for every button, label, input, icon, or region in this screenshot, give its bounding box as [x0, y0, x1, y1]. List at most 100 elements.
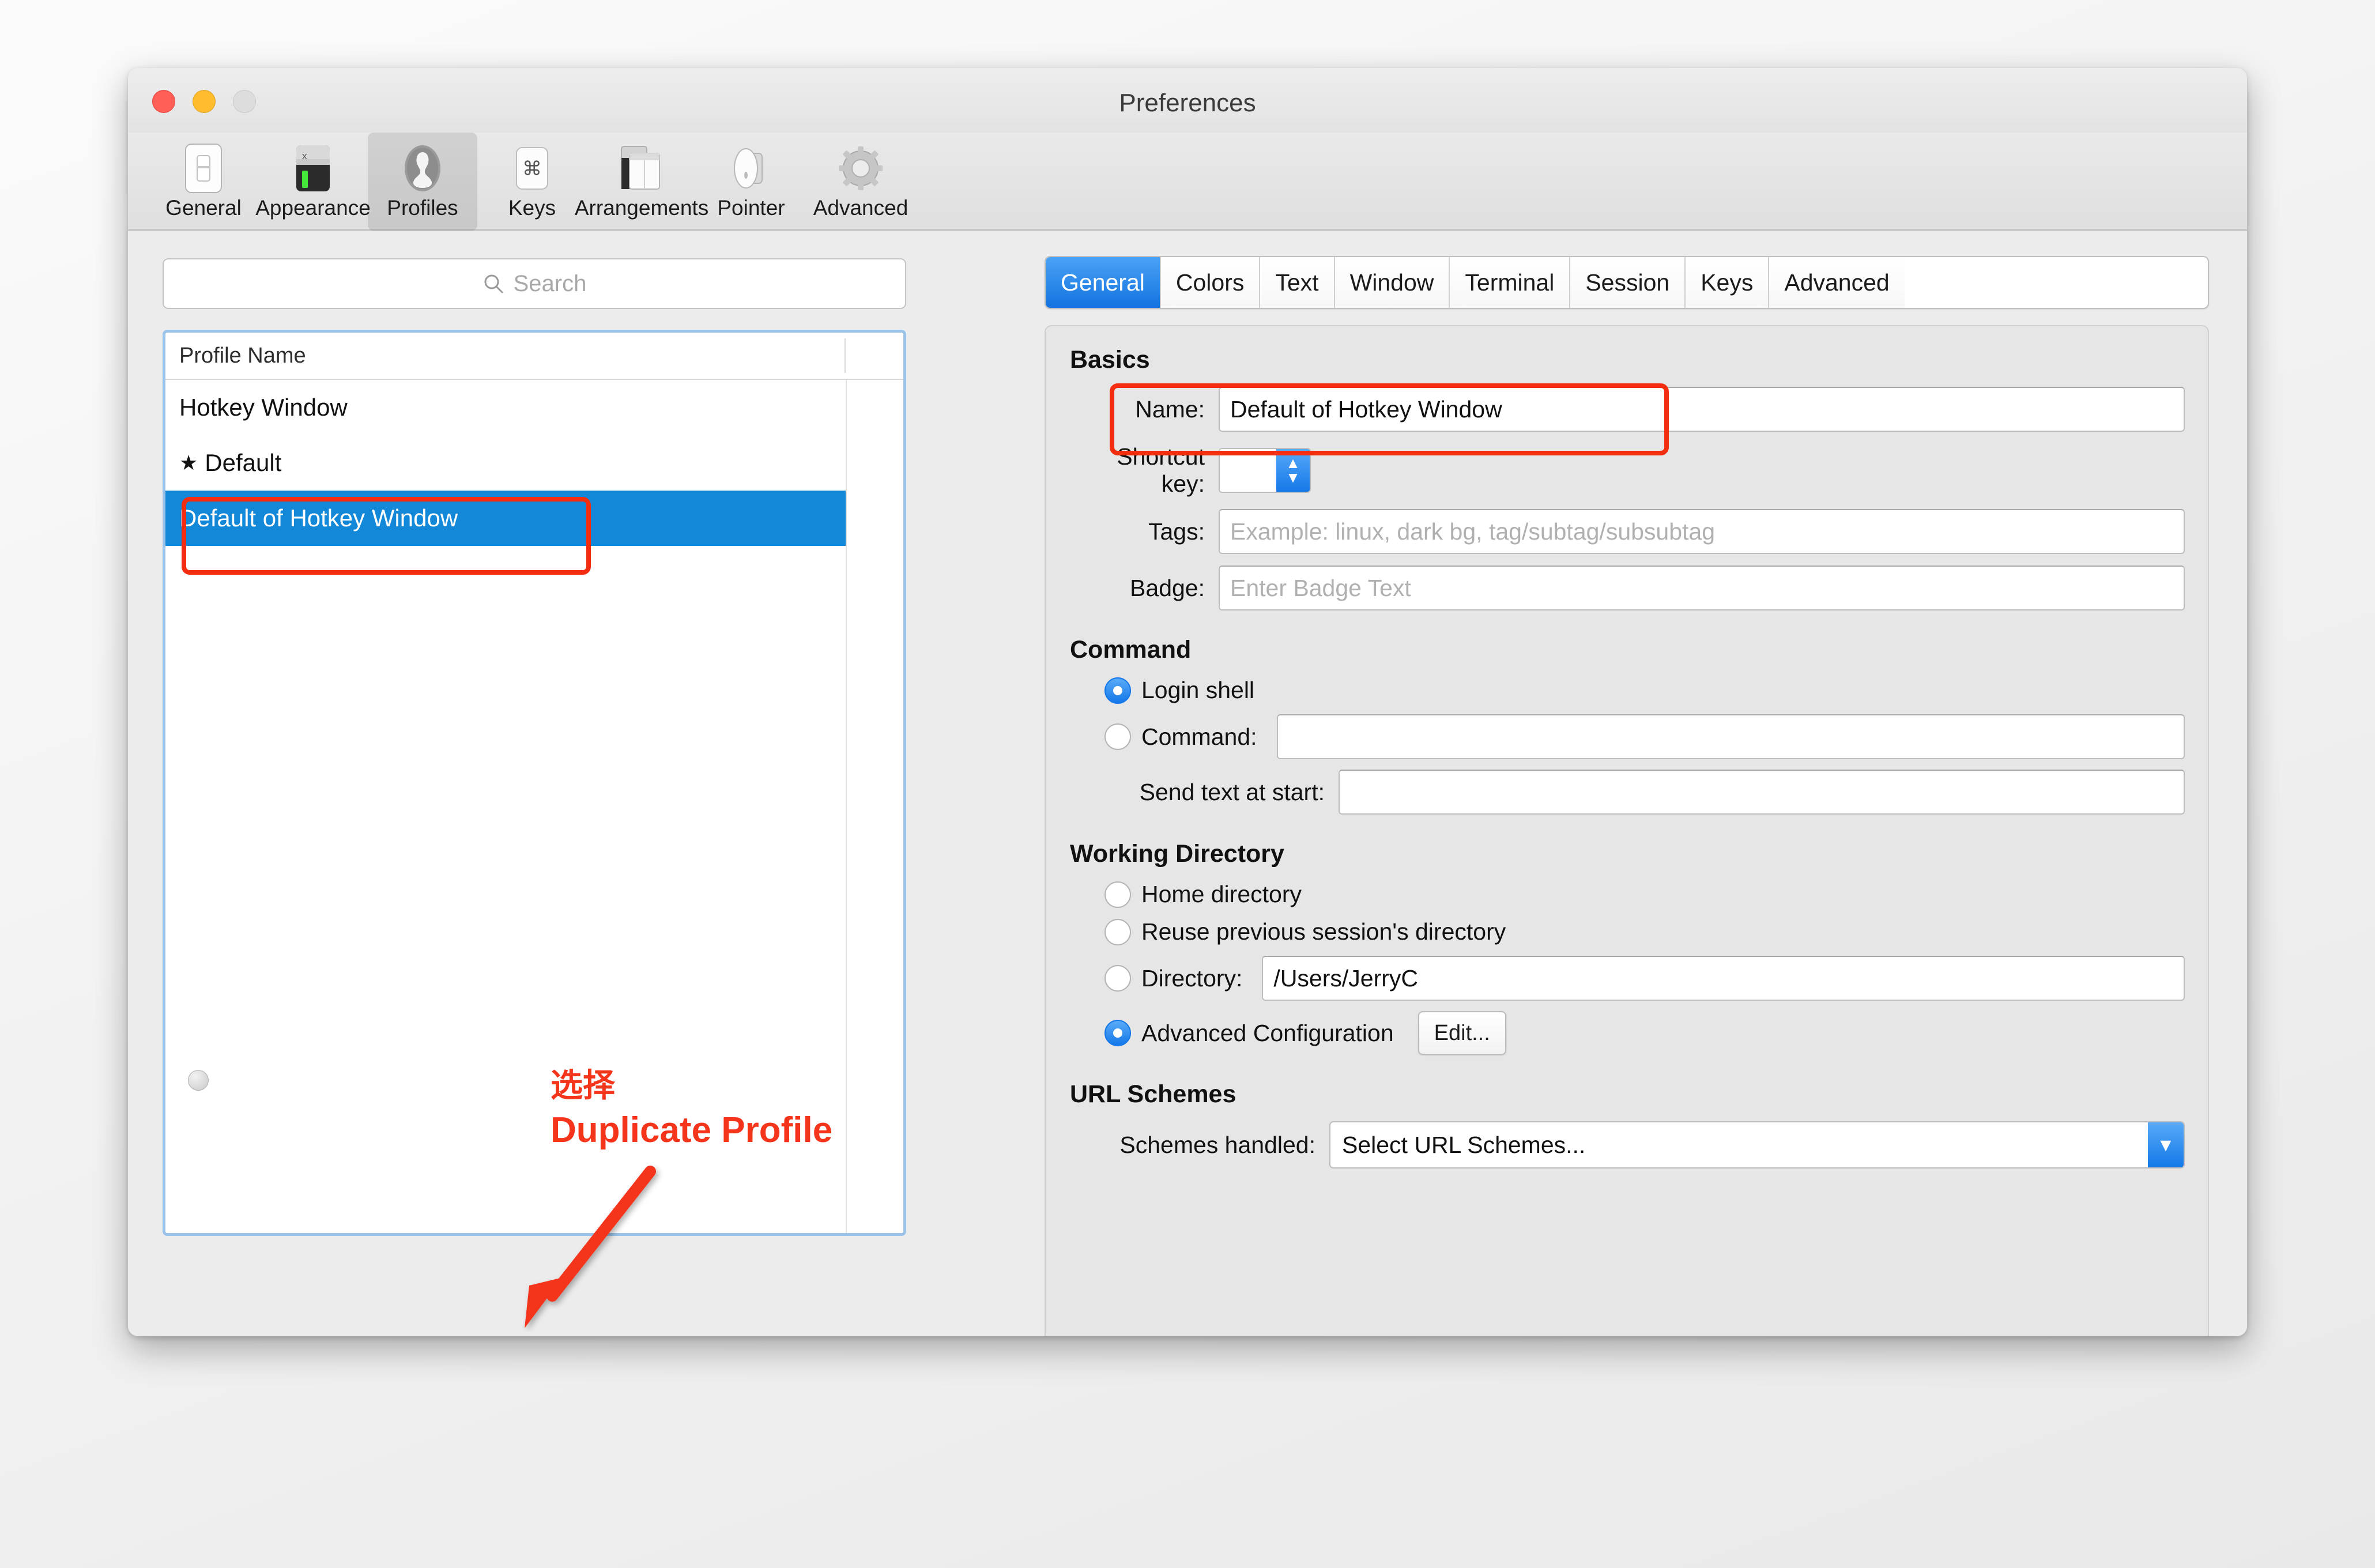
toolbar-label-appearance: Appearance [255, 196, 371, 220]
profiles-list-header: Profile Name [165, 333, 903, 380]
list-item[interactable]: Hotkey Window [165, 380, 903, 435]
tab-colors[interactable]: Colors [1160, 257, 1261, 308]
tags-label: Tags: [1148, 518, 1205, 545]
toolbar-label-general: General [165, 196, 242, 220]
tab-label: Session [1585, 269, 1670, 296]
general-settings-panel: Basics Name: Default of Hotkey Window Sh… [1045, 325, 2209, 1336]
preferences-toolbar: General x Appearance Profiles ⌘ Keys Arr… [128, 133, 2247, 231]
login-shell-radio[interactable] [1104, 677, 1131, 704]
toolbar-label-pointer: Pointer [717, 196, 785, 220]
section-title-command: Command [1070, 636, 1192, 664]
pointer-icon [696, 142, 806, 195]
list-item-selected[interactable]: Default of Hotkey Window [165, 491, 903, 546]
reuse-directory-row[interactable]: Reuse previous session's directory [1104, 918, 2185, 945]
login-shell-label: Login shell [1141, 677, 1255, 703]
shortcut-key-stepper[interactable]: ▲ ▼ [1219, 448, 1311, 493]
tab-label: General [1061, 269, 1145, 296]
home-directory-label: Home directory [1141, 881, 1302, 907]
appearance-icon: x [258, 142, 368, 195]
schemes-row: Schemes handled: Select URL Schemes... ▼ [1069, 1121, 2185, 1169]
command-field[interactable] [1276, 714, 2185, 759]
directory-value: /Users/JerryC [1273, 964, 1418, 992]
svg-text:⌘: ⌘ [522, 158, 542, 180]
toolbar-item-arrangements[interactable]: Arrangements [575, 133, 708, 231]
tab-general[interactable]: General [1046, 257, 1161, 308]
chevron-down-icon[interactable]: ▼ [2148, 1122, 2184, 1167]
directory-row: Directory: /Users/JerryC [1104, 956, 2185, 1001]
tab-label: Keys [1701, 269, 1754, 296]
tab-label: Text [1275, 269, 1319, 296]
login-shell-row[interactable]: Login shell [1104, 677, 2185, 704]
tab-label: Terminal [1465, 269, 1555, 296]
toolbar-label-keys: Keys [508, 196, 556, 220]
search-input[interactable]: Search [163, 258, 906, 309]
profiles-list[interactable]: Profile Name Hotkey Window ★ Default Def… [163, 330, 906, 1236]
advanced-configuration-radio[interactable] [1104, 1020, 1131, 1046]
reuse-directory-label: Reuse previous session's directory [1141, 918, 1506, 945]
name-row: Name: Default of Hotkey Window [1069, 387, 2185, 432]
name-label: Name: [1135, 395, 1205, 423]
name-value: Default of Hotkey Window [1230, 395, 1502, 423]
section-title-working-directory: Working Directory [1070, 840, 1284, 868]
svg-text:x: x [302, 150, 307, 161]
command-radio[interactable] [1104, 723, 1131, 750]
preferences-window: Preferences General x Appearance Profile… [128, 68, 2247, 1336]
tab-keys[interactable]: Keys [1686, 257, 1770, 308]
toolbar-item-appearance[interactable]: x Appearance [255, 133, 371, 231]
search-icon [484, 274, 503, 293]
annotation-text-duplicate-profile: Duplicate Profile [551, 1110, 833, 1150]
tab-session[interactable]: Session [1570, 257, 1686, 308]
edit-button-label: Edit... [1434, 1020, 1490, 1045]
toolbar-item-advanced[interactable]: Advanced [806, 133, 915, 231]
advanced-icon [806, 142, 915, 195]
annotation-text-chinese: 选择 [551, 1067, 615, 1103]
shortcut-key-label: Shortcut key: [1117, 443, 1205, 497]
tags-row: Tags: Example: linux, dark bg, tag/subta… [1069, 509, 2185, 554]
tab-terminal[interactable]: Terminal [1450, 257, 1571, 308]
column-divider[interactable] [845, 338, 846, 373]
general-icon [149, 142, 258, 195]
profiles-sidebar: Search Profile Name Hotkey Window ★ Defa… [163, 258, 906, 1236]
toolbar-item-general[interactable]: General [149, 133, 258, 231]
badge-row: Badge: Enter Badge Text [1069, 566, 2185, 610]
toolbar-item-profiles[interactable]: Profiles [368, 133, 477, 231]
tab-window[interactable]: Window [1334, 257, 1450, 308]
command-label: Command: [1141, 723, 1257, 750]
url-schemes-select[interactable]: Select URL Schemes... ▼ [1329, 1121, 2185, 1169]
tab-label: Colors [1175, 269, 1245, 296]
toolbar-item-keys[interactable]: ⌘ Keys [477, 133, 587, 231]
directory-radio[interactable] [1104, 965, 1131, 992]
command-row: Command: [1104, 714, 2185, 759]
split-view-handle[interactable] [188, 1070, 209, 1091]
tags-field[interactable]: Example: linux, dark bg, tag/subtag/subs… [1219, 509, 2185, 554]
profiles-icon [368, 142, 477, 195]
list-item[interactable]: ★ Default [165, 435, 903, 491]
annotation-arrow-icon [525, 1166, 656, 1328]
window-title: Preferences [1119, 89, 1256, 117]
directory-field[interactable]: /Users/JerryC [1262, 956, 2185, 1001]
tab-advanced[interactable]: Advanced [1769, 257, 1905, 308]
toolbar-label-profiles: Profiles [387, 196, 458, 220]
profile-name-label: Hotkey Window [179, 394, 348, 421]
tab-text[interactable]: Text [1260, 257, 1335, 308]
reuse-directory-radio[interactable] [1104, 918, 1131, 945]
badge-field[interactable]: Enter Badge Text [1219, 566, 2185, 610]
badge-placeholder: Enter Badge Text [1230, 574, 1411, 601]
toolbar-item-pointer[interactable]: Pointer [696, 133, 806, 231]
window-titlebar: Preferences [128, 68, 2247, 133]
edit-button[interactable]: Edit... [1418, 1011, 1506, 1055]
stepper-arrows-icon[interactable]: ▲ ▼ [1276, 449, 1310, 492]
schemes-handled-label: Schemes handled: [1119, 1131, 1315, 1158]
url-schemes-value: Select URL Schemes... [1342, 1131, 1586, 1158]
toolbar-label-arrangements: Arrangements [574, 196, 709, 220]
send-text-field[interactable] [1339, 770, 2185, 815]
profile-settings-pane: General Colors Text Window Terminal Sess… [1045, 256, 2209, 1336]
home-directory-radio[interactable] [1104, 881, 1131, 908]
profile-name-label: Default of Hotkey Window [179, 504, 458, 532]
name-field[interactable]: Default of Hotkey Window [1219, 387, 2185, 432]
profile-name-label: Default [205, 449, 282, 476]
tab-label: Window [1349, 269, 1434, 296]
send-text-label: Send text at start: [1139, 778, 1325, 805]
home-directory-row[interactable]: Home directory [1104, 881, 2185, 908]
shortcut-key-value [1220, 449, 1276, 492]
